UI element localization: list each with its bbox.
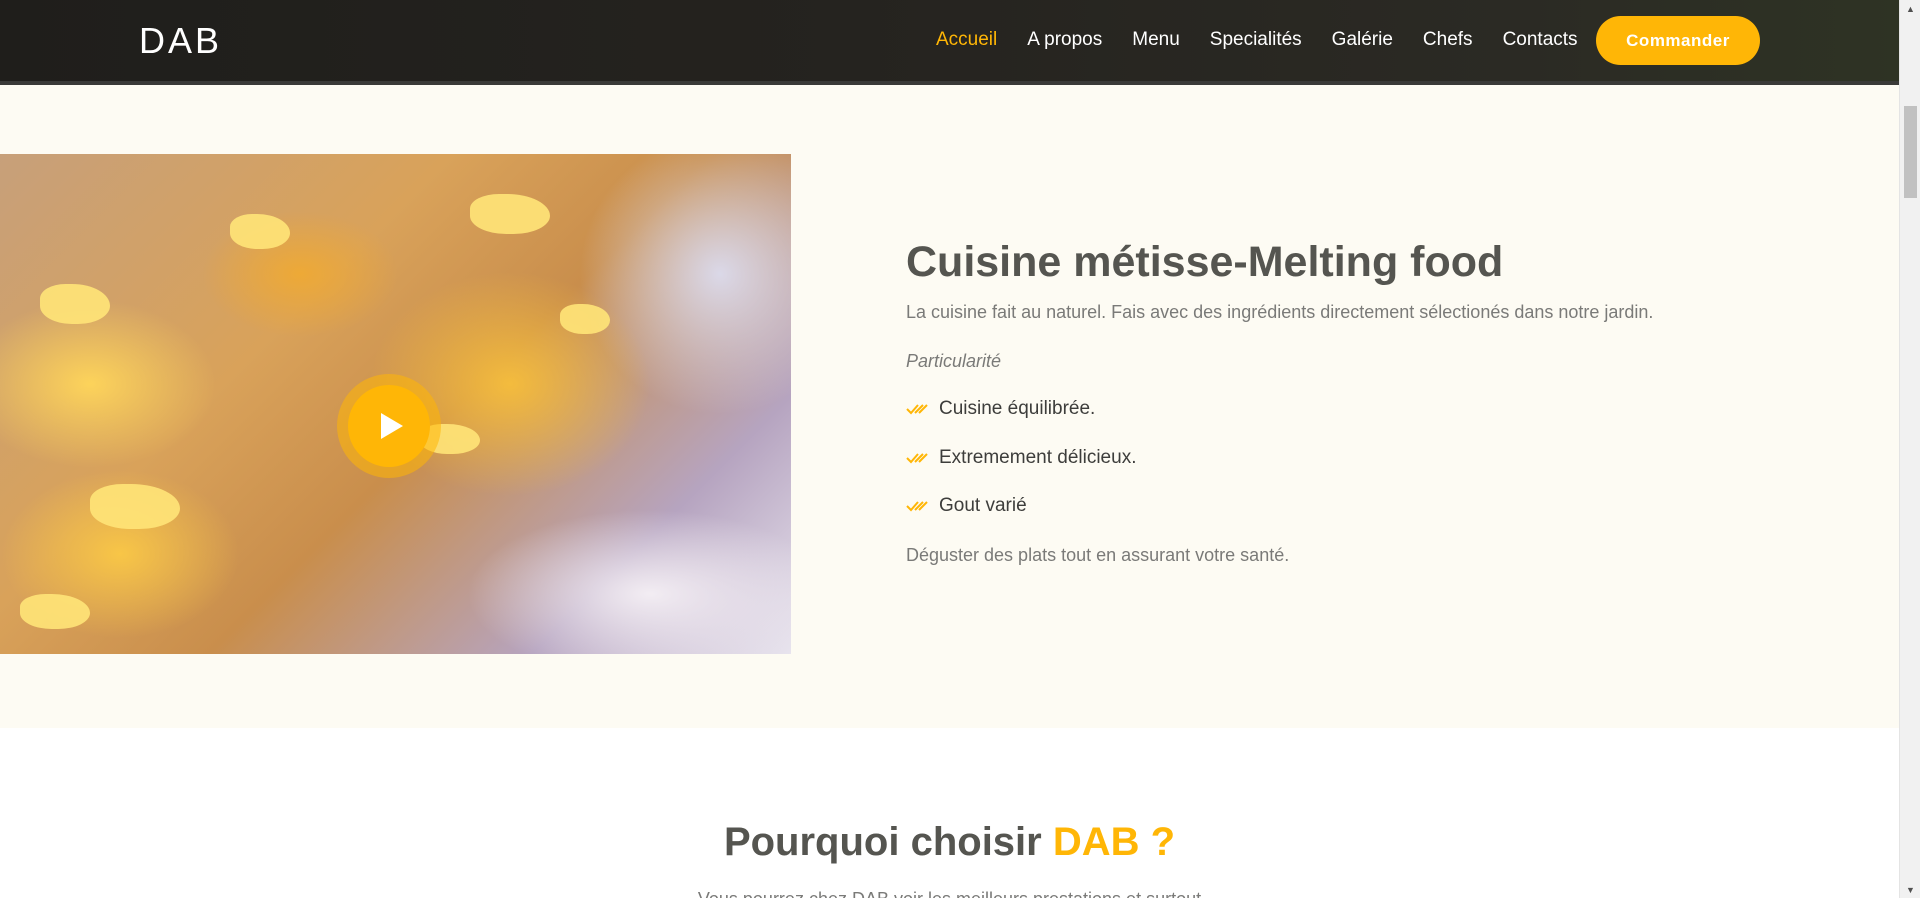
double-check-icon <box>906 501 928 512</box>
food-image-detail <box>90 484 180 529</box>
why-title-main: Pourquoi choisir <box>723 820 1053 864</box>
food-image-detail <box>230 214 290 249</box>
food-image-detail <box>470 194 550 234</box>
about-description: La cuisine fait au naturel. Fais avec de… <box>906 302 1654 322</box>
play-icon <box>380 413 403 439</box>
nav-item-accueil[interactable]: Accueil <box>936 29 997 51</box>
feature-item: Cuisine équilibrée. <box>906 398 1095 420</box>
play-button[interactable] <box>337 374 441 478</box>
about-footer-text: Déguster des plats tout en assurant votr… <box>906 545 1290 565</box>
scrollbar-thumb[interactable] <box>1904 106 1917 198</box>
about-subtitle: Particularité <box>906 351 1002 371</box>
feature-item: Extremement délicieux. <box>906 447 1136 469</box>
why-intro-text: Vous pourrez chez DAB voir les meilleurs… <box>0 889 1899 898</box>
nav-item-specialites[interactable]: Specialités <box>1210 29 1302 51</box>
nav-item-menu[interactable]: Menu <box>1132 29 1180 51</box>
nav-item-chefs[interactable]: Chefs <box>1423 29 1473 51</box>
site-header: DAB Accueil A propos Menu Specialités Ga… <box>0 0 1899 85</box>
scroll-up-arrow-icon[interactable]: ▲ <box>1900 0 1920 17</box>
video-thumbnail[interactable] <box>0 154 791 654</box>
nav-item-galerie[interactable]: Galérie <box>1332 29 1393 51</box>
why-title-accent: DAB ? <box>1052 820 1176 864</box>
food-image-detail <box>560 304 610 334</box>
double-check-icon <box>906 404 928 415</box>
about-title-light: Cuisine métisse- <box>906 238 1248 286</box>
about-section: Cuisine métisse-Melting food La cuisine … <box>0 85 1899 728</box>
double-check-icon <box>906 453 928 464</box>
play-button-core[interactable] <box>348 385 430 467</box>
order-button[interactable]: Commander <box>1596 16 1760 65</box>
about-title: Cuisine métisse-Melting food <box>906 238 1503 287</box>
site-logo[interactable]: DAB <box>139 20 222 62</box>
food-image-detail <box>40 284 110 324</box>
page-scrollbar[interactable]: ▲ ▼ <box>1899 0 1920 898</box>
food-image-detail <box>20 594 90 629</box>
nav-item-contacts[interactable]: Contacts <box>1503 29 1578 51</box>
feature-label: Extremement délicieux. <box>939 447 1137 468</box>
main-nav: Accueil A propos Menu Specialités Galéri… <box>936 29 1608 51</box>
why-title: Pourquoi choisir DAB ? <box>0 820 1899 865</box>
about-title-bold: Melting food <box>1247 238 1504 286</box>
feature-label: Gout varié <box>939 495 1027 516</box>
feature-label: Cuisine équilibrée. <box>939 398 1096 419</box>
scroll-down-arrow-icon[interactable]: ▼ <box>1900 881 1920 898</box>
feature-item: Gout varié <box>906 495 1027 517</box>
nav-item-apropos[interactable]: A propos <box>1027 29 1102 51</box>
